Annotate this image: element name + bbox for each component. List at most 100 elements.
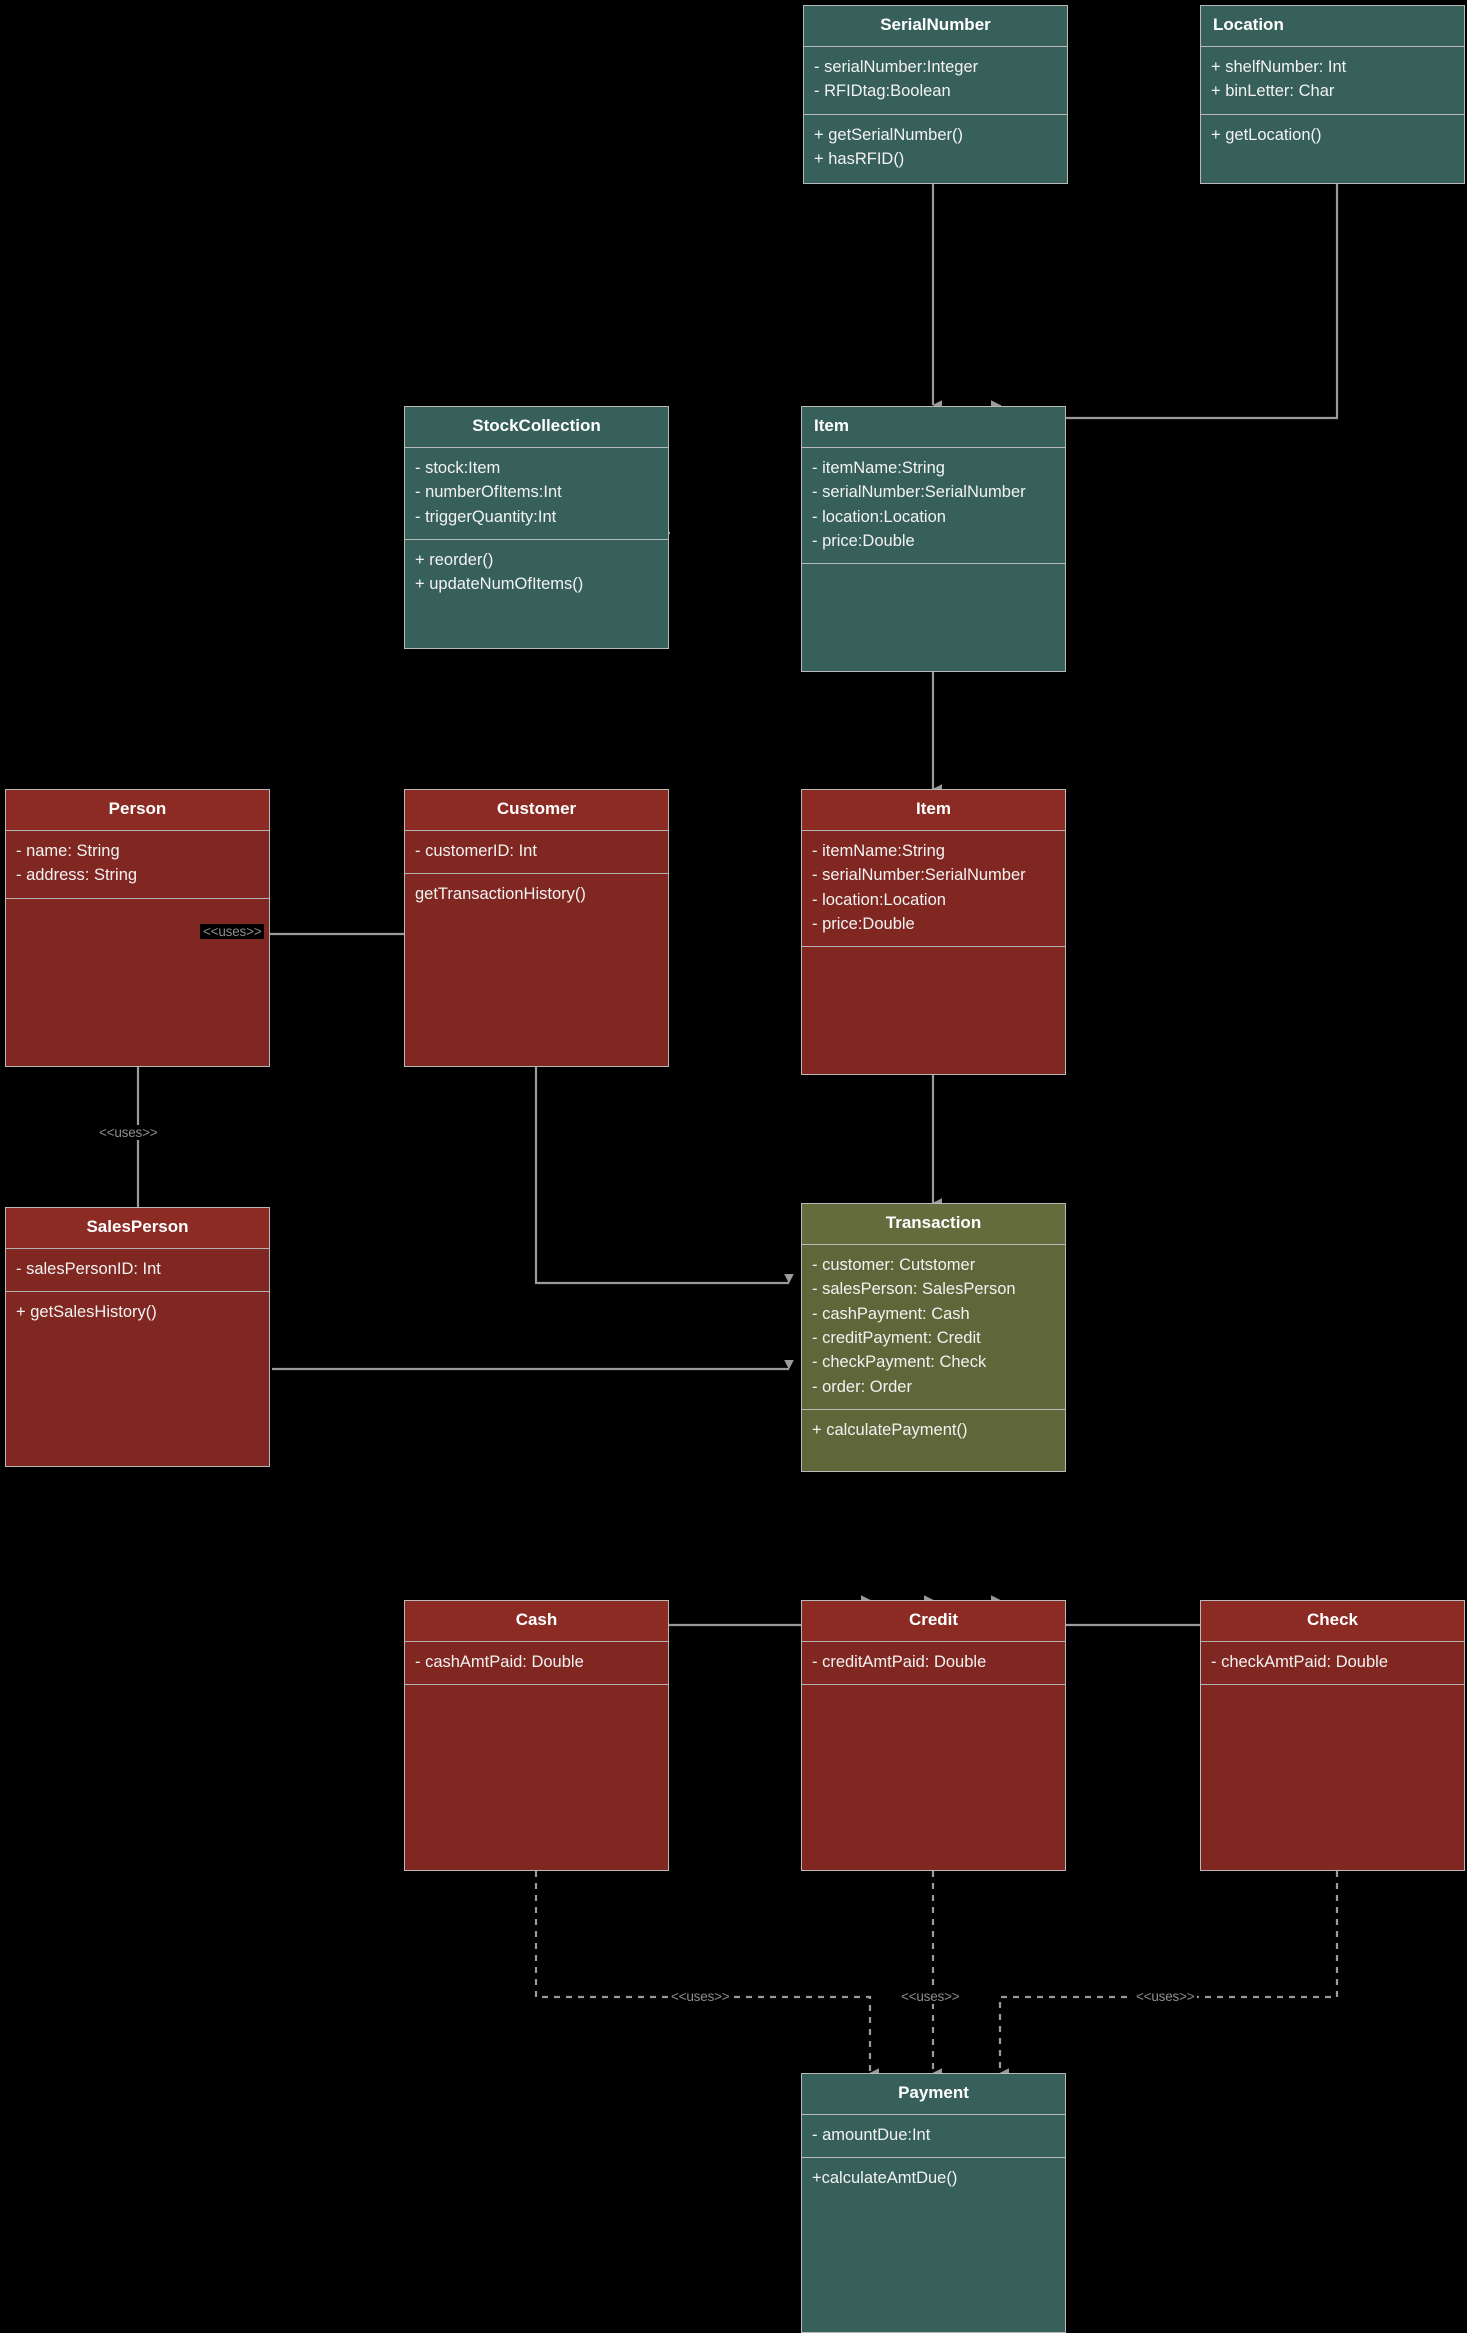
attribute-row: - order: Order bbox=[812, 1377, 912, 1396]
class-methods bbox=[802, 947, 1065, 1074]
class-box-payment[interactable]: Payment - amountDue:Int +calculateAmtDue… bbox=[801, 2073, 1066, 2333]
class-box-check[interactable]: Check - checkAmtPaid: Double bbox=[1200, 1600, 1465, 1871]
class-box-transaction[interactable]: Transaction - customer: Cutstomer - sale… bbox=[801, 1203, 1066, 1472]
method-row: + hasRFID() bbox=[814, 149, 905, 168]
attribute-row: - address: String bbox=[16, 866, 138, 885]
attribute-row: - salesPerson: SalesPerson bbox=[812, 1280, 1016, 1299]
class-title: Cash bbox=[405, 1601, 668, 1642]
class-methods bbox=[802, 564, 1065, 671]
class-box-serialnumber[interactable]: SerialNumber - serialNumber:Integer - RF… bbox=[803, 5, 1068, 184]
class-box-location[interactable]: Location + shelfNumber: Int + binLetter:… bbox=[1200, 5, 1465, 184]
stereotype-cash-payment: <<uses>> bbox=[668, 1989, 733, 2004]
class-filler bbox=[6, 1335, 269, 1467]
class-title: Person bbox=[6, 790, 269, 831]
class-attributes: - customer: Cutstomer - salesPerson: Sal… bbox=[802, 1245, 1065, 1411]
class-methods: + getSalesHistory() bbox=[6, 1292, 269, 1334]
method-row: + reorder() bbox=[415, 550, 494, 569]
class-attributes: - checkAmtPaid: Double bbox=[1201, 1642, 1464, 1686]
diagram-canvas: SerialNumber - serialNumber:Integer - RF… bbox=[0, 0, 1467, 2333]
class-methods: +calculateAmtDue() bbox=[802, 2158, 1065, 2200]
class-attributes: - stock:Item - numberOfItems:Int - trigg… bbox=[405, 448, 668, 540]
edge-location-item bbox=[991, 184, 1339, 420]
attribute-row: - location:Location bbox=[812, 890, 946, 909]
attribute-row: - itemName:String bbox=[812, 841, 945, 860]
attribute-row: - triggerQuantity:Int bbox=[415, 507, 557, 526]
class-attributes: - amountDue:Int bbox=[802, 2115, 1065, 2159]
class-title: StockCollection bbox=[405, 407, 668, 448]
attribute-row: - checkAmtPaid: Double bbox=[1211, 1652, 1388, 1671]
class-attributes: - itemName:String - serialNumber:SerialN… bbox=[802, 448, 1065, 565]
class-attributes: - itemName:String - serialNumber:SerialN… bbox=[802, 831, 1065, 948]
attribute-row: - customerID: Int bbox=[415, 841, 537, 860]
attribute-row: - cashPayment: Cash bbox=[812, 1304, 970, 1323]
stereotype-customer-person: <<uses>> bbox=[200, 924, 265, 939]
connector-layer bbox=[136, 184, 1339, 2078]
attribute-row: - itemName:String bbox=[812, 458, 945, 477]
method-row: getTransactionHistory() bbox=[415, 885, 586, 904]
stereotype-credit-payment: <<uses>> bbox=[898, 1989, 963, 2004]
class-title: Location bbox=[1201, 6, 1464, 47]
attribute-row: - price:Double bbox=[812, 531, 915, 550]
class-box-stockcollection[interactable]: StockCollection - stock:Item - numberOfI… bbox=[404, 406, 669, 649]
class-filler bbox=[804, 181, 1067, 183]
method-row: +calculateAmtDue() bbox=[812, 2169, 958, 2188]
class-attributes: - cashAmtPaid: Double bbox=[405, 1642, 668, 1686]
edge-check-payment bbox=[998, 1871, 1339, 2078]
class-box-customer[interactable]: Customer - customerID: Int getTransactio… bbox=[404, 789, 669, 1067]
class-filler bbox=[1201, 157, 1464, 183]
attribute-row: - salesPersonID: Int bbox=[16, 1259, 161, 1278]
attribute-row: - serialNumber:SerialNumber bbox=[812, 483, 1026, 502]
class-methods: + getSerialNumber() + hasRFID() bbox=[804, 115, 1067, 182]
class-title: Transaction bbox=[802, 1204, 1065, 1245]
class-box-item-top[interactable]: Item - itemName:String - serialNumber:Se… bbox=[801, 406, 1066, 672]
class-box-credit[interactable]: Credit - creditAmtPaid: Double bbox=[801, 1600, 1066, 1871]
class-methods bbox=[1201, 1685, 1464, 1870]
class-methods: + calculatePayment() bbox=[802, 1410, 1065, 1452]
class-attributes: - serialNumber:Integer - RFIDtag:Boolean bbox=[804, 47, 1067, 115]
attribute-row: - price:Double bbox=[812, 914, 915, 933]
class-attributes: - creditAmtPaid: Double bbox=[802, 1642, 1065, 1686]
attribute-row: - checkPayment: Check bbox=[812, 1353, 987, 1372]
method-row: + getSalesHistory() bbox=[16, 1303, 157, 1322]
class-methods: + reorder() + updateNumOfItems() bbox=[405, 540, 668, 607]
method-row: + getLocation() bbox=[1211, 125, 1322, 144]
class-box-salesperson[interactable]: SalesPerson - salesPersonID: Int + getSa… bbox=[5, 1207, 270, 1467]
class-methods bbox=[405, 1685, 668, 1870]
class-title: SerialNumber bbox=[804, 6, 1067, 47]
attribute-row: - creditAmtPaid: Double bbox=[812, 1652, 987, 1671]
attribute-row: - stock:Item bbox=[415, 458, 501, 477]
class-box-item-bottom[interactable]: Item - itemName:String - serialNumber:Se… bbox=[801, 789, 1066, 1075]
class-attributes: - name: String - address: String bbox=[6, 831, 269, 899]
class-title: SalesPerson bbox=[6, 1208, 269, 1249]
class-attributes: + shelfNumber: Int + binLetter: Char bbox=[1201, 47, 1464, 115]
attribute-row: - cashAmtPaid: Double bbox=[415, 1652, 584, 1671]
class-title: Credit bbox=[802, 1601, 1065, 1642]
class-title: Customer bbox=[405, 790, 668, 831]
attribute-row: - RFIDtag:Boolean bbox=[814, 82, 951, 101]
class-filler bbox=[405, 917, 668, 1067]
attribute-row: + binLetter: Char bbox=[1211, 82, 1335, 101]
method-row: + getSerialNumber() bbox=[814, 125, 964, 144]
method-row: + updateNumOfItems() bbox=[415, 575, 584, 594]
class-methods: getTransactionHistory() bbox=[405, 874, 668, 916]
attribute-row: - serialNumber:Integer bbox=[814, 57, 979, 76]
attribute-row: - location:Location bbox=[812, 507, 946, 526]
class-filler bbox=[405, 607, 668, 648]
attribute-row: - numberOfItems:Int bbox=[415, 483, 562, 502]
stereotype-check-payment: <<uses>> bbox=[1133, 1989, 1198, 2004]
edge-cash-payment bbox=[534, 1871, 879, 2078]
class-attributes: - customerID: Int bbox=[405, 831, 668, 875]
class-box-cash[interactable]: Cash - cashAmtPaid: Double bbox=[404, 1600, 669, 1871]
method-row: + calculatePayment() bbox=[812, 1421, 968, 1440]
class-title: Payment bbox=[802, 2074, 1065, 2115]
attribute-row: + shelfNumber: Int bbox=[1211, 57, 1347, 76]
class-methods: + getLocation() bbox=[1201, 115, 1464, 157]
class-filler bbox=[802, 2201, 1065, 2333]
class-title: Item bbox=[802, 407, 1065, 448]
class-title: Check bbox=[1201, 1601, 1464, 1642]
stereotype-person-salesperson: <<uses>> bbox=[96, 1125, 161, 1140]
attribute-row: - creditPayment: Credit bbox=[812, 1328, 981, 1347]
attribute-row: - amountDue:Int bbox=[812, 2125, 931, 2144]
attribute-row: - customer: Cutstomer bbox=[812, 1255, 976, 1274]
edge-customer-transaction bbox=[534, 1067, 794, 1285]
